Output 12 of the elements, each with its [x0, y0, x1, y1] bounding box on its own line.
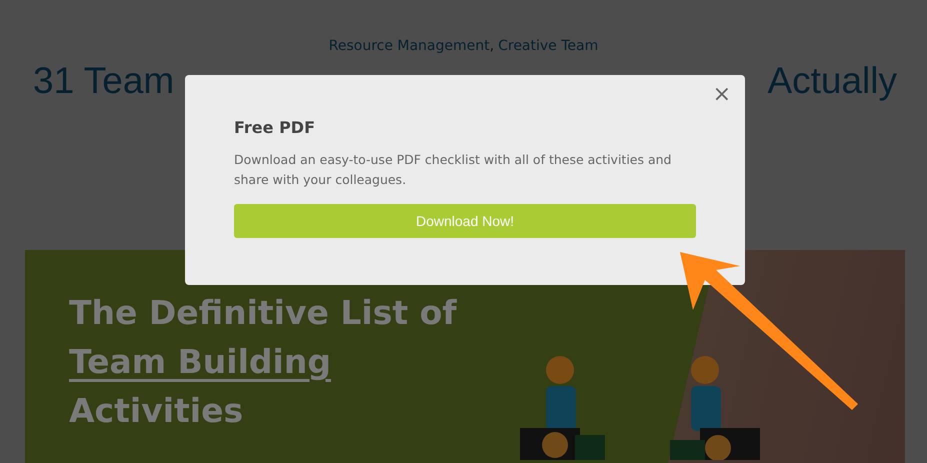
hero-headline: Team Building — [69, 341, 331, 383]
modal-title: Free PDF — [234, 118, 316, 137]
category-link[interactable]: Creative Team — [498, 38, 598, 54]
category-link[interactable]: Resource Management — [328, 38, 490, 54]
download-button[interactable]: Download Now! — [234, 204, 696, 238]
close-button[interactable]: × — [710, 83, 733, 107]
modal-text: Download an easy-to-use PDF checklist with all of these activities and share with your colleagues. — [234, 151, 672, 189]
category-separator: , — [490, 38, 494, 54]
hero-headline: The Definitive List of — [69, 292, 457, 334]
article-title: 31 Team — [33, 59, 174, 103]
article-title: Actually — [767, 59, 897, 103]
hero-headline: Activities — [69, 390, 244, 432]
